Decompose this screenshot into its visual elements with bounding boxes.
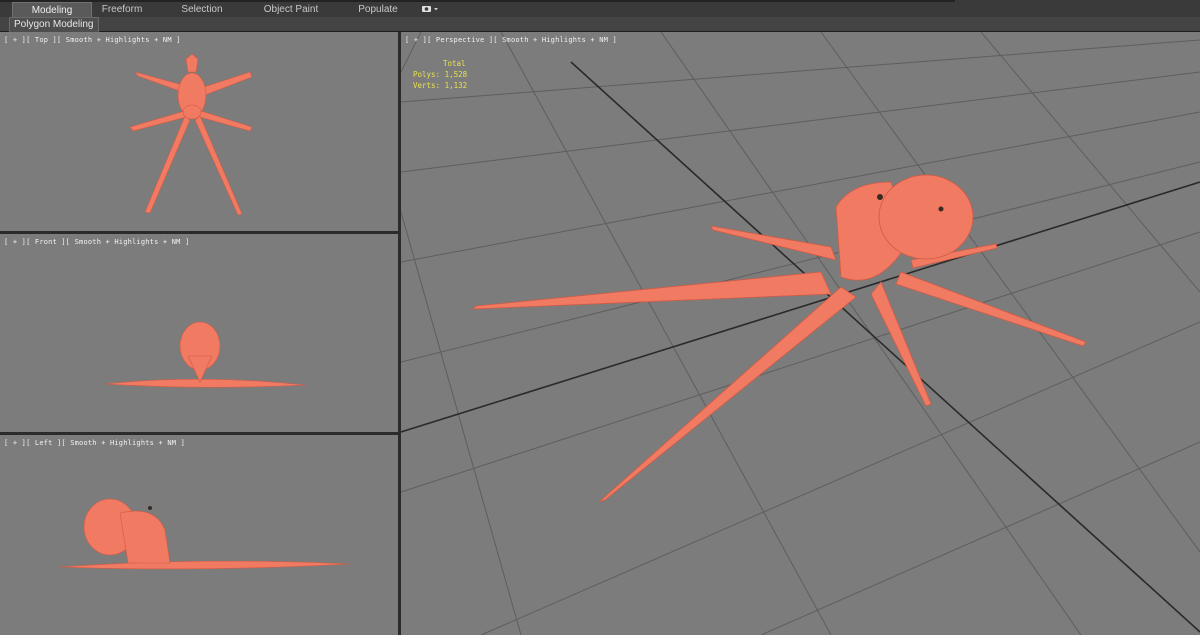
tab-selection[interactable]: Selection: [172, 2, 232, 17]
viewport-label-left[interactable]: [ + ][ Left ][ Smooth + Highlights + NM …: [4, 439, 185, 447]
tab-freeform[interactable]: Freeform: [92, 2, 152, 17]
stats-polys: Polys: 1,528: [413, 70, 468, 79]
camera-dropdown-icon[interactable]: [420, 3, 440, 15]
tab-object-paint[interactable]: Object Paint: [255, 2, 327, 17]
viewport-top[interactable]: [ + ][ Top ][ Smooth + Highlights + NM ]: [0, 32, 398, 231]
viewport-label-perspective[interactable]: [ + ][ Perspective ][ Smooth + Highlight…: [405, 36, 617, 44]
octopus-left-view: [59, 498, 351, 570]
octopus-perspective-view: [471, 174, 1087, 503]
viewport-perspective[interactable]: [ + ][ Perspective ][ Smooth + Highlight…: [401, 32, 1200, 635]
perspective-grid: [401, 32, 1200, 635]
stats-verts: Verts: 1,132: [413, 81, 468, 90]
octopus-top-view: [129, 53, 253, 216]
viewport-divider-vertical[interactable]: [398, 32, 401, 635]
viewport-front[interactable]: [ + ][ Front ][ Smooth + Highlights + NM…: [0, 234, 398, 432]
tab-modeling[interactable]: Modeling: [12, 2, 92, 17]
viewport-label-top[interactable]: [ + ][ Top ][ Smooth + Highlights + NM ]: [4, 36, 181, 44]
tab-polygon-modeling[interactable]: Polygon Modeling: [9, 17, 99, 32]
ribbon-tab-bar: Modeling Freeform Selection Object Paint…: [0, 0, 1200, 18]
octopus-front-view: [104, 321, 306, 388]
viewport-label-front[interactable]: [ + ][ Front ][ Smooth + Highlights + NM…: [4, 238, 189, 246]
viewport-left[interactable]: [ + ][ Left ][ Smooth + Highlights + NM …: [0, 435, 398, 635]
stats-overlay: Total Polys: 1,528 Verts: 1,132: [413, 58, 467, 91]
stats-title: Total: [443, 59, 466, 68]
tab-populate[interactable]: Populate: [350, 2, 406, 17]
ribbon-sub-bar: Polygon Modeling: [0, 17, 1200, 32]
